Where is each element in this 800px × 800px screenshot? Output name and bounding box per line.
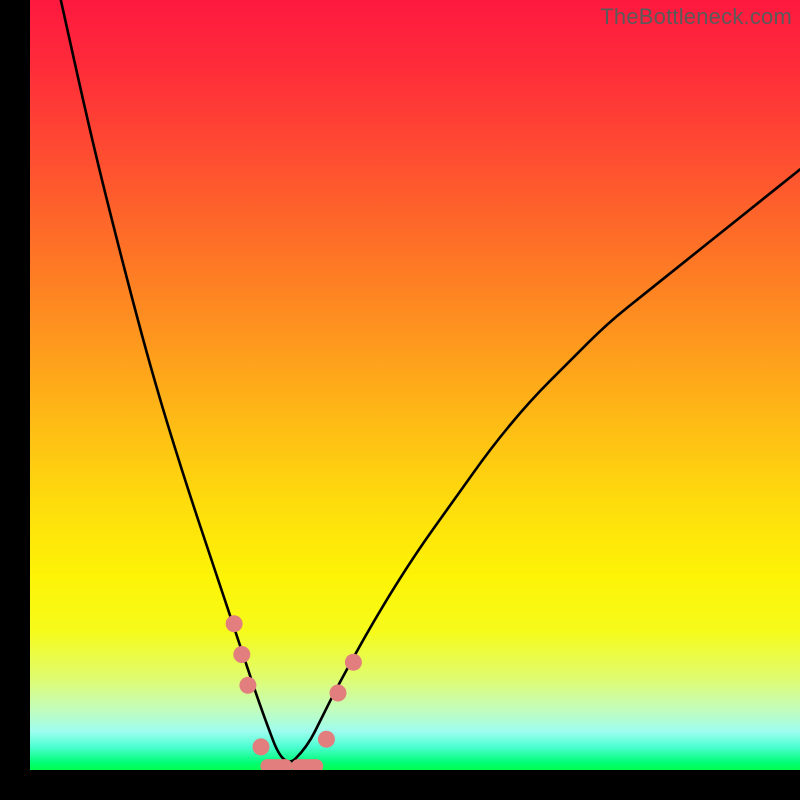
- valley-marker-dot: [233, 646, 250, 663]
- chart-plot-area: TheBottleneck.com: [30, 0, 800, 770]
- bottleneck-curve: [61, 0, 800, 762]
- valley-marker-dot: [318, 731, 335, 748]
- chart-overlay: [30, 0, 800, 770]
- valley-marker-dot: [239, 677, 256, 694]
- valley-marker-pill: [291, 759, 323, 770]
- valley-marker-dot: [330, 685, 347, 702]
- valley-marker-pill: [260, 759, 292, 770]
- valley-marker-dot: [226, 615, 243, 632]
- valley-marker-dot: [253, 738, 270, 755]
- chart-frame: TheBottleneck.com: [0, 0, 800, 800]
- valley-marker-dot: [345, 654, 362, 671]
- valley-markers: [226, 615, 362, 770]
